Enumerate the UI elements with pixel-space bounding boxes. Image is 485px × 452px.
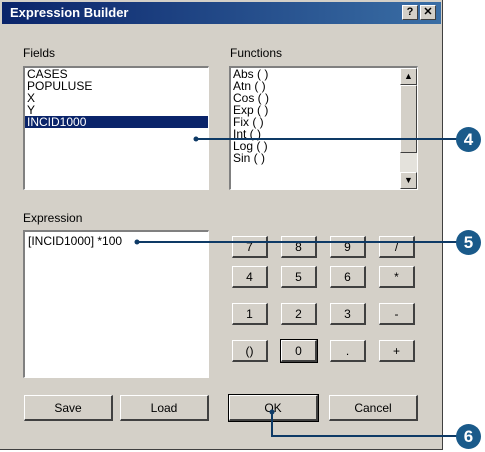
callout-4: 4 [456, 127, 481, 152]
callout-line-6 [271, 412, 458, 437]
callout-dot-5 [134, 239, 140, 245]
callout-5: 5 [456, 230, 481, 255]
callout-lines [134, 136, 458, 437]
callout-6: 6 [456, 424, 481, 449]
callout-dot-6 [269, 409, 275, 415]
callout-dot-4 [193, 136, 199, 142]
